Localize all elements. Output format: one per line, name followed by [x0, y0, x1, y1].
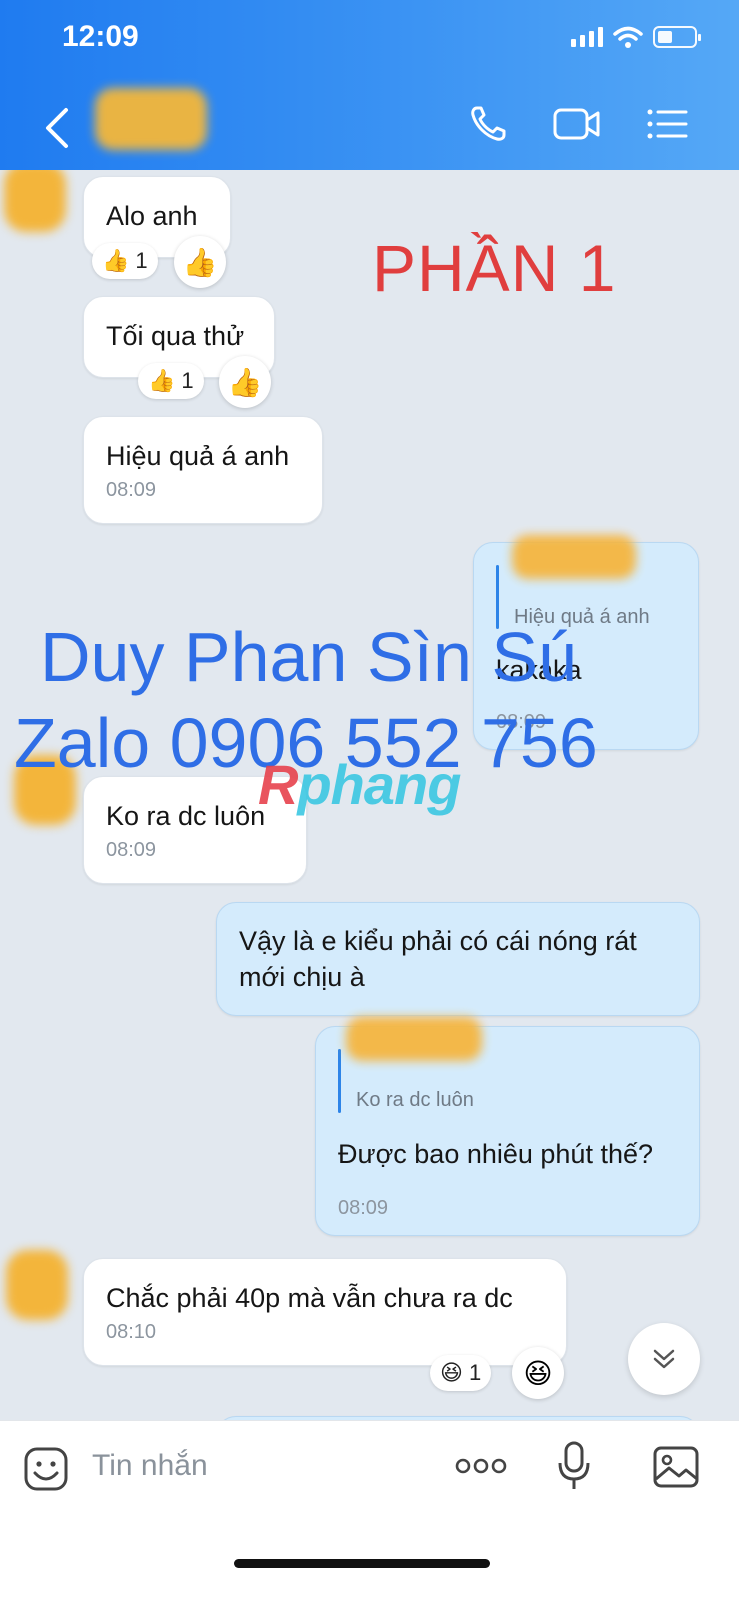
laugh-icon: 😆 [440, 1360, 463, 1385]
status-icons [571, 26, 701, 48]
thumbs-up-icon: 👍 [102, 248, 130, 273]
name-watermark: Duy Phan Sìn Sú [40, 618, 577, 696]
avatar[interactable] [4, 170, 66, 232]
message-text: Vậy là e kiểu phải có cái nóng rát [239, 926, 637, 956]
message-input-bar: Tin nhắn [0, 1420, 739, 1600]
message-text: Chắc phải 40p mà vẫn chưa ra dc [106, 1283, 513, 1313]
phone-icon[interactable] [468, 104, 508, 144]
double-chevron-down-icon [653, 1349, 675, 1369]
more-dots-icon[interactable] [455, 1457, 507, 1475]
message-text: Hiệu quả á anh [106, 441, 290, 471]
sticker-icon[interactable] [22, 1445, 70, 1493]
laugh-icon: 😆 [523, 1357, 553, 1389]
contact-name[interactable] [95, 88, 207, 150]
message-time: 08:09 [106, 839, 157, 861]
react-button[interactable]: 👍 [174, 236, 226, 288]
thumbs-up-icon: 👍 [227, 366, 263, 398]
message-bubble[interactable]: Chắc phải 40p mà vẫn chưa ra dc 08:10 [83, 1258, 567, 1366]
message-text: mới chịu à [239, 962, 365, 992]
brand-watermark: Rphang [258, 752, 461, 817]
message-time: 08:09 [106, 479, 157, 501]
video-icon[interactable] [552, 104, 602, 144]
wifi-icon [613, 26, 643, 48]
message-input[interactable]: Tin nhắn [92, 1449, 208, 1483]
message-bubble[interactable]: Vậy là e kiểu phải có cái nóng rát mới c… [216, 902, 700, 1016]
home-indicator [234, 1559, 490, 1568]
battery-icon [653, 26, 701, 48]
scroll-down-button[interactable] [628, 1323, 700, 1395]
message-bubble[interactable]: Ko ra dc luôn Được bao nhiêu phút thế? 0… [315, 1017, 700, 1236]
reaction-count[interactable]: 👍 1 [138, 363, 204, 399]
status-time: 12:09 [62, 20, 139, 53]
chat-header: 12:09 [0, 0, 739, 170]
message-text: Tối qua thử [106, 321, 245, 351]
quoted-sender [346, 1017, 482, 1061]
message-time: 08:09 [338, 1197, 389, 1219]
part-label-watermark: PHẦN 1 [372, 231, 617, 305]
quote-bar [338, 1049, 341, 1113]
reaction-count-value: 1 [181, 368, 194, 393]
brand-letter: R [258, 753, 298, 816]
list-icon[interactable] [646, 104, 688, 144]
chat-area[interactable]: Alo anh 👍 1 👍 Tối qua thử 👍 1 👍 Hiệu quả… [0, 170, 739, 1445]
avatar[interactable] [6, 1250, 68, 1320]
signal-icon [571, 27, 603, 47]
reaction-count[interactable]: 👍 1 [92, 243, 158, 279]
microphone-icon[interactable] [558, 1441, 590, 1491]
reaction-count-value: 1 [468, 1360, 482, 1385]
quoted-text: Ko ra dc luôn [356, 1089, 474, 1111]
back-button[interactable] [38, 104, 78, 152]
message-text: Được bao nhiêu phút thế? [338, 1139, 653, 1169]
brand-text: phang [297, 753, 461, 816]
message-time: 08:10 [106, 1321, 157, 1343]
message-text: Alo anh [106, 201, 198, 231]
image-icon[interactable] [652, 1445, 700, 1489]
reaction-count[interactable]: 😆 1 [430, 1355, 492, 1391]
react-button[interactable]: 😆 [512, 1347, 564, 1399]
react-button[interactable]: 👍 [219, 356, 271, 408]
message-bubble[interactable]: Hiệu quả á anh 08:09 [83, 416, 323, 524]
thumbs-up-icon: 👍 [182, 246, 218, 278]
thumbs-up-icon: 👍 [148, 368, 176, 393]
quoted-sender [512, 535, 636, 579]
reaction-count-value: 1 [135, 248, 148, 273]
